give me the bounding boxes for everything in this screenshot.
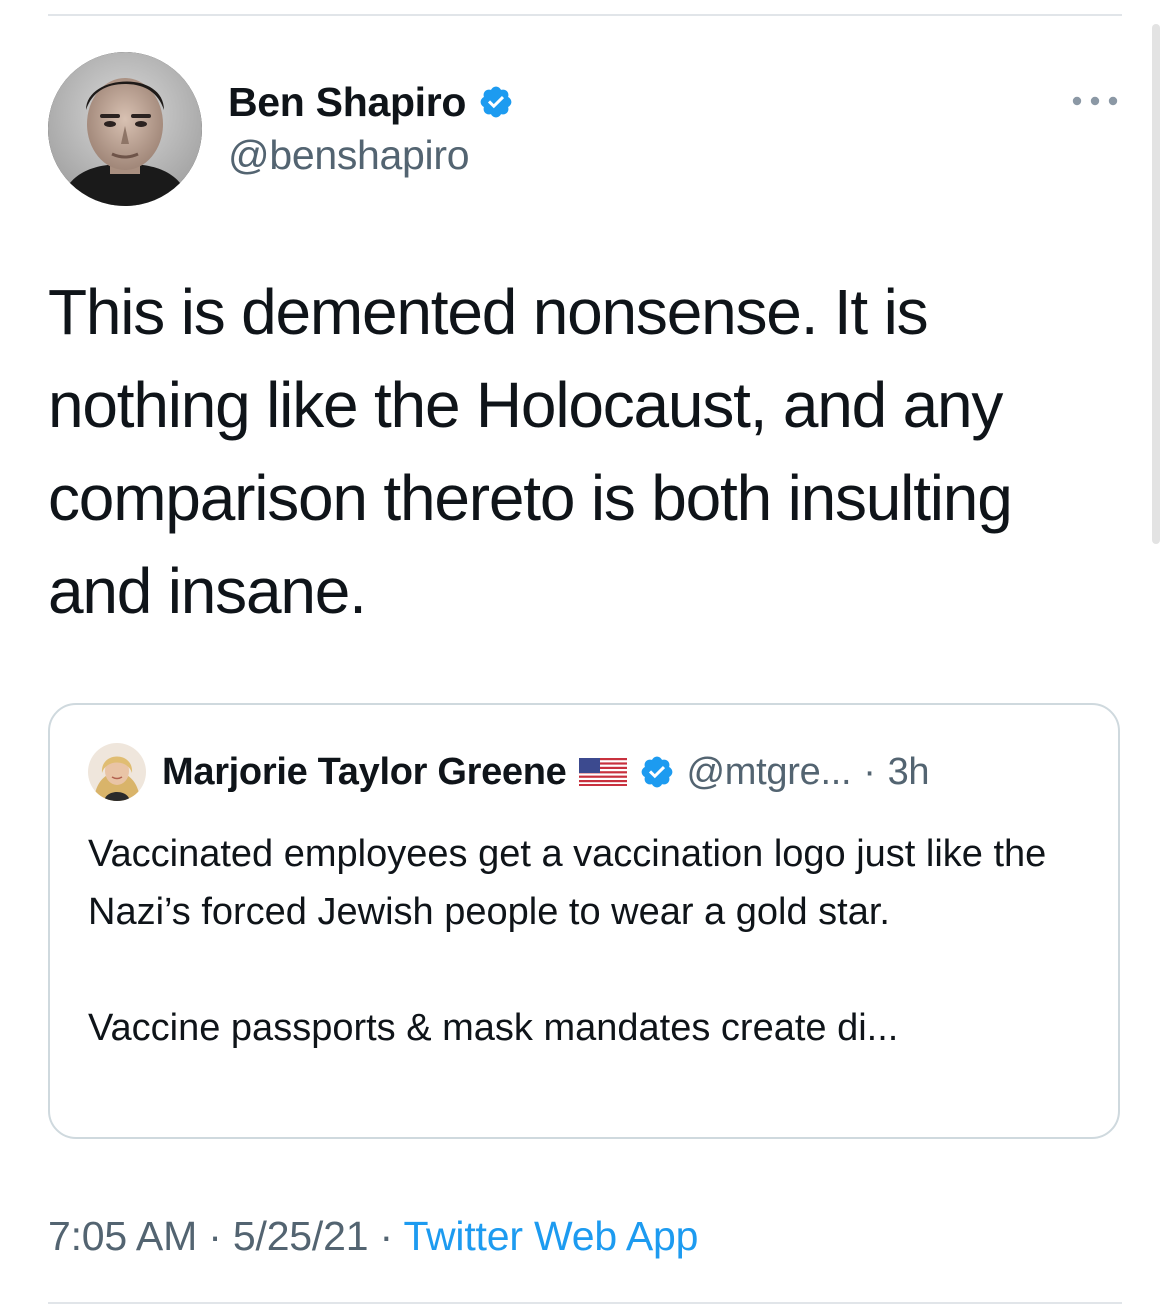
tweet-footer: 7:05 AM · 5/25/21 · Twitter Web App [48,1213,698,1260]
quoted-tweet-text: Vaccinated employees get a vaccination l… [88,825,1088,1057]
author-block: Ben Shapiro @benshapiro [228,76,514,179]
tweet-detail-view: Ben Shapiro @benshapiro This is demented… [0,0,1170,1306]
footer-separator: · [379,1213,394,1259]
quoted-paragraph: Vaccine passports & mask mandates create… [88,1007,899,1049]
verified-badge-icon [480,86,512,118]
tweet-text: This is demented nonsense. It is nothing… [48,276,1013,627]
quoted-avatar-portrait-icon [88,743,146,801]
quoted-verified-badge-icon [641,756,672,788]
more-horizontal-icon [1072,96,1118,106]
footer-separator: · [208,1213,222,1259]
quoted-author-avatar [88,743,146,801]
quoted-tweet-header: Marjorie Taylor Greene @mtgre... · 3h [88,743,930,801]
top-divider [48,14,1122,16]
us-flag-icon [578,758,627,786]
tweet-time[interactable]: 7:05 AM [48,1213,197,1259]
bottom-divider [48,1302,1122,1304]
quoted-author-name: Marjorie Taylor Greene [162,750,567,793]
quoted-tweet-card[interactable]: Marjorie Taylor Greene @mtgre... · 3h Va… [48,703,1120,1139]
avatar-portrait-icon [48,52,202,206]
author-handle[interactable]: @benshapiro [228,132,514,179]
scrollbar[interactable] [1152,24,1160,544]
quoted-author-handle: @mtgre... [686,750,852,793]
author-name-row: Ben Shapiro [228,76,514,128]
quoted-meta-separator: · [863,750,876,793]
tweet-source-link[interactable]: Twitter Web App [403,1213,698,1259]
tweet-date[interactable]: 5/25/21 [233,1213,369,1259]
quoted-paragraph: Vaccinated employees get a vaccination l… [88,833,1047,933]
author-display-name[interactable]: Ben Shapiro [228,79,466,126]
quoted-timestamp: 3h [887,750,930,793]
more-options-button[interactable] [1068,86,1122,116]
author-avatar[interactable] [48,52,202,206]
